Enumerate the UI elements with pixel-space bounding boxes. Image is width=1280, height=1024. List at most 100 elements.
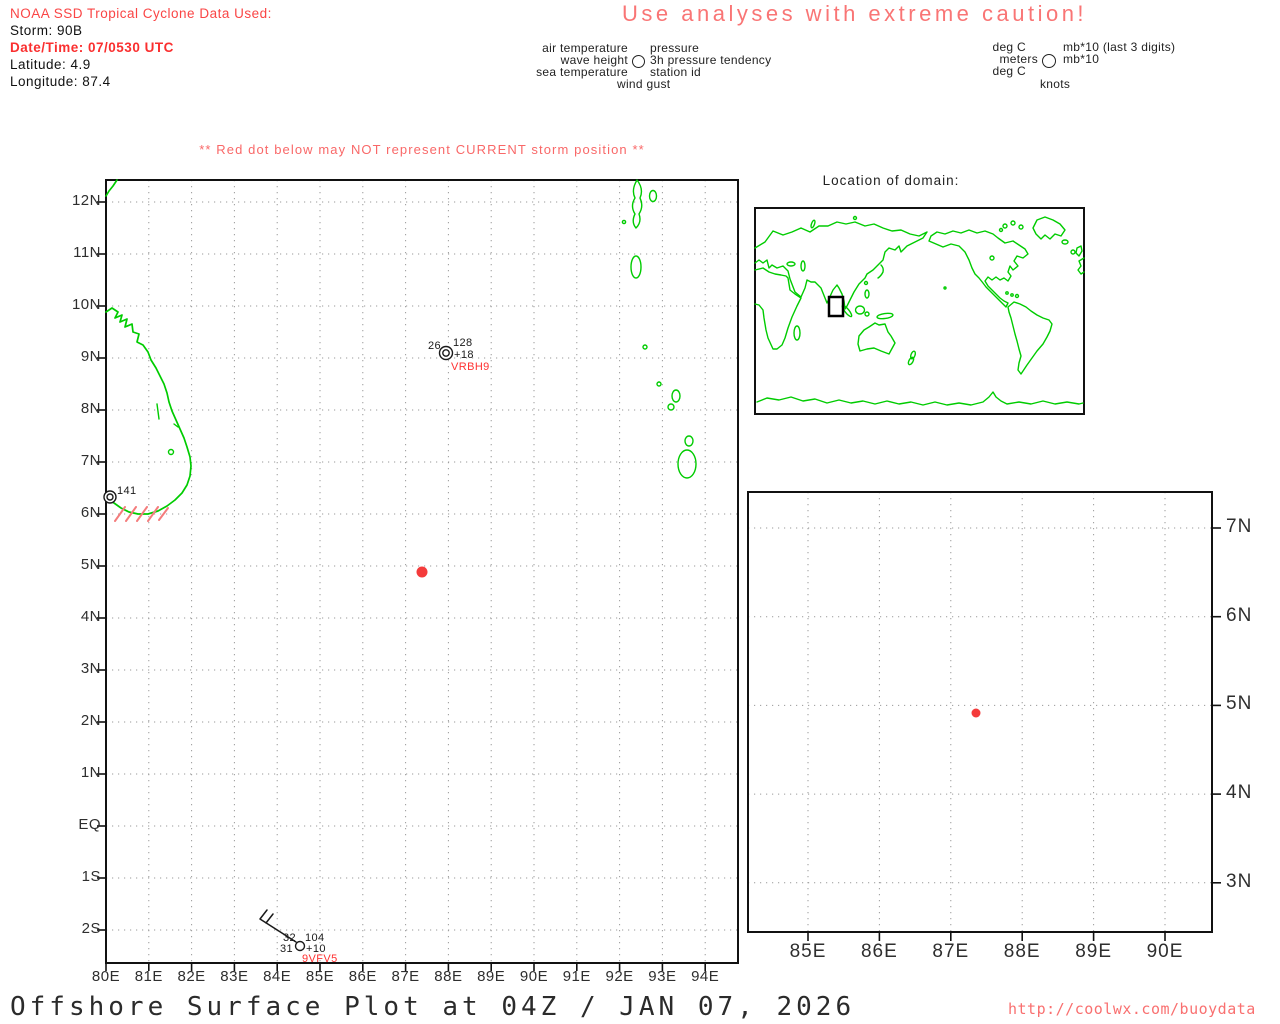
station-vrbh9-tendency: +18: [454, 349, 474, 361]
source-url: http://coolwx.com/buoydata: [1008, 1000, 1256, 1018]
legend-wind-gust: wind gust: [617, 77, 671, 91]
zoom-lat-label: 6N: [1226, 604, 1253, 626]
arctic-island-1: [1002, 223, 1008, 229]
main-lat-label: 2N: [80, 712, 101, 729]
station-vrbh9-pressure: 128: [453, 337, 473, 349]
legend-sea-temperature: sea temperature: [536, 65, 628, 79]
main-lat-label: 3N: [80, 660, 101, 677]
main-lat-label: 7N: [80, 452, 101, 469]
celebes: [864, 311, 870, 317]
caribbean-island-3: [1014, 293, 1020, 299]
inset-map-border: [754, 207, 1085, 415]
red-dot-warning: ** Red dot below may NOT represent CURRE…: [199, 142, 645, 157]
main-lon-label: 94E: [691, 968, 720, 985]
zoom-lat-label: 3N: [1226, 870, 1253, 892]
philippines: [864, 289, 870, 299]
andaman-island-small: [648, 189, 658, 203]
storm-position-dot-zoom: [971, 708, 981, 718]
header-datetime: Date/Time: 07/0530 UTC: [10, 40, 174, 55]
sri-lanka-coast: [105, 307, 192, 515]
main-lon-label: 89E: [477, 968, 506, 985]
main-lat-label: 5N: [80, 556, 101, 573]
main-lon-label: 93E: [648, 968, 677, 985]
main-lat-label: 1S: [81, 868, 101, 885]
arctic-island-3: [1018, 224, 1024, 230]
inset-world-coastlines: [754, 215, 1085, 406]
main-lat-label: 8N: [80, 400, 101, 417]
borneo: [854, 305, 866, 315]
main-lon-label: 88E: [434, 968, 463, 985]
novaya-zemlya: [810, 219, 816, 229]
main-lon-label: 83E: [220, 968, 249, 985]
great-lakes: [989, 255, 995, 261]
andaman-island-large: [631, 179, 643, 229]
station-circle-icon: [1042, 54, 1056, 68]
main-map-ticks: [97, 201, 707, 971]
caspian-sea: [800, 260, 806, 272]
zoom-lon-label: 85E: [789, 941, 827, 962]
main-map-coastlines: [105, 179, 697, 515]
station-9vfv5-sea-temp: 31: [279, 943, 293, 955]
page-title: Offshore Surface Plot at 04Z / JAN 07, 2…: [10, 992, 856, 1022]
station-9vfv5-id: 9VFV5: [302, 953, 338, 965]
header-source-line: NOAA SSD Tropical Cyclone Data Used:: [10, 6, 272, 21]
station-circle: [294, 940, 306, 952]
main-lat-label: 12N: [71, 192, 101, 209]
main-lat-label: 10N: [71, 296, 101, 313]
new-guinea: [876, 312, 894, 320]
zoom-lat-label: 5N: [1226, 693, 1253, 715]
domain-location-rectangle: [827, 295, 845, 318]
offshore-surface-plot-page: NOAA SSD Tropical Cyclone Data Used: Sto…: [0, 0, 1280, 1024]
main-lon-label: 92E: [605, 968, 634, 985]
new-zealand-south: [907, 356, 915, 366]
zoom-lat-label: 7N: [1226, 516, 1253, 537]
caribbean-island-2: [1010, 293, 1014, 297]
storm-position-dot-main: [416, 566, 428, 578]
nicobar-island-1: [671, 389, 681, 403]
station-vrbh9-glyph: [438, 345, 454, 361]
ireland: [1070, 249, 1076, 255]
british-isles: [1075, 245, 1083, 257]
station-circle-inner: [442, 349, 450, 357]
header-latitude: Latitude: 4.9: [10, 57, 91, 72]
islet-3: [656, 381, 662, 387]
south-america-coast: [1007, 301, 1053, 375]
greenland: [1032, 216, 1066, 240]
main-lon-label: 84E: [263, 968, 292, 985]
hawaii: [943, 286, 947, 290]
zoom-lon-label: 86E: [860, 941, 898, 962]
zoom-lon-label: 89E: [1075, 941, 1112, 962]
header-storm: Storm: 90B: [10, 23, 83, 38]
great-nicobar-island: [677, 449, 697, 479]
inset-map-title: Location of domain:: [822, 173, 960, 188]
zoom-lat-label: 4N: [1226, 782, 1253, 804]
nicobar-island-2: [667, 403, 675, 411]
main-lat-label: 2S: [81, 920, 101, 937]
iceland: [1061, 239, 1069, 245]
main-lat-label: 6N: [80, 504, 101, 521]
main-lon-label: 91E: [562, 968, 591, 985]
station-vrbh9-air-temp: 26: [427, 340, 441, 352]
main-lon-label: 82E: [177, 968, 206, 985]
zoom-lon-label: 87E: [932, 941, 970, 962]
main-lat-label: 4N: [80, 608, 101, 625]
main-lat-label: 1N: [80, 764, 101, 781]
zoom-lon-label: 88E: [1003, 941, 1041, 962]
japan: [877, 264, 884, 279]
arctic-island-2: [1010, 220, 1016, 226]
station-141-pressure: 141: [117, 485, 137, 497]
main-lon-label: 81E: [134, 968, 163, 985]
main-lon-label: 86E: [348, 968, 377, 985]
antarctica-coast: [756, 391, 1084, 406]
sri-lanka-lake: [167, 448, 175, 456]
india-coast: [105, 179, 118, 197]
legend-unit-degc-2: deg C: [992, 64, 1026, 78]
main-lon-label: 85E: [305, 968, 335, 985]
main-lon-label: 90E: [519, 968, 549, 985]
station-circle-icon: [632, 55, 645, 68]
main-lat-label: 9N: [80, 348, 101, 365]
australia-coast: [857, 322, 896, 355]
caribbean-island-1: [1005, 291, 1009, 295]
caution-banner: Use analyses with extreme caution!: [622, 1, 1088, 26]
station-vrbh9-id: VRBH9: [451, 361, 490, 373]
